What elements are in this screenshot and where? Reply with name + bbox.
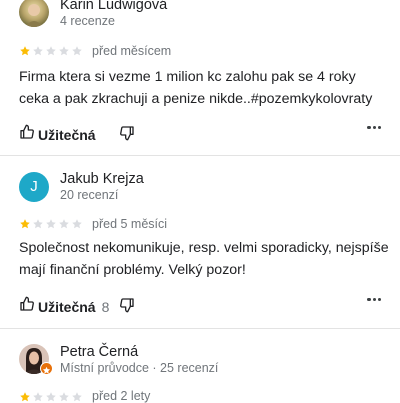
- divider: [0, 328, 400, 329]
- author-review-count[interactable]: 4 recenze: [60, 14, 115, 28]
- review-time: před 2 lety: [92, 389, 151, 403]
- review-text: Firma ktera si vezme 1 milion kc zalohu …: [19, 69, 373, 107]
- star-empty-icon: [33, 392, 43, 402]
- review-text: Společnost nekomunikuje, resp. velmi spo…: [19, 240, 389, 278]
- thumb-down-outline-icon: [119, 126, 135, 145]
- star-empty-icon: [72, 219, 82, 229]
- star-empty-icon: [59, 392, 69, 402]
- review-actions: Užitečná: [19, 124, 381, 144]
- review-actions: Užitečná 8: [19, 296, 381, 316]
- star-empty-icon: [72, 46, 82, 56]
- star-empty-icon: [46, 392, 56, 402]
- helpful-button[interactable]: Užitečná 8: [19, 296, 109, 317]
- star-empty-icon: [46, 46, 56, 56]
- dislike-button[interactable]: [119, 125, 135, 146]
- thumb-up-outline-icon: [19, 124, 35, 145]
- star-rating: [19, 45, 83, 57]
- review-time: před měsícem: [92, 44, 172, 58]
- star-empty-icon: [46, 219, 56, 229]
- divider: [0, 155, 400, 156]
- star-filled-icon: [20, 219, 30, 229]
- more-horizontal-icon[interactable]: [367, 298, 381, 302]
- star-empty-icon: [33, 219, 43, 229]
- star-filled-icon: [20, 46, 30, 56]
- author-name[interactable]: Karin Ludwigová: [60, 0, 167, 13]
- local-guide-star-icon: [40, 362, 53, 375]
- author-review-count[interactable]: Místní průvodce · 25 recenzí: [60, 361, 218, 375]
- author-review-count[interactable]: 20 recenzí: [60, 188, 118, 202]
- star-rating: [19, 218, 83, 230]
- more-horizontal-icon[interactable]: [367, 126, 381, 130]
- author-name[interactable]: Jakub Krejza: [60, 171, 144, 187]
- star-filled-icon: [20, 392, 30, 402]
- star-empty-icon: [33, 46, 43, 56]
- avatar[interactable]: J: [19, 172, 49, 202]
- star-empty-icon: [59, 46, 69, 56]
- helpful-label: Užitečná: [38, 126, 96, 143]
- dislike-button[interactable]: [119, 297, 135, 318]
- star-empty-icon: [72, 392, 82, 402]
- avatar[interactable]: [19, 0, 49, 27]
- star-rating: [19, 391, 83, 403]
- star-empty-icon: [59, 219, 69, 229]
- thumb-down-outline-icon: [119, 298, 135, 317]
- helpful-label: Užitečná: [38, 298, 96, 315]
- review-time: před 5 měsíci: [92, 217, 168, 231]
- helpful-button[interactable]: Užitečná: [19, 124, 102, 145]
- helpful-count: 8: [101, 298, 110, 315]
- author-name[interactable]: Petra Černá: [60, 344, 138, 360]
- thumb-up-outline-icon: [19, 296, 35, 317]
